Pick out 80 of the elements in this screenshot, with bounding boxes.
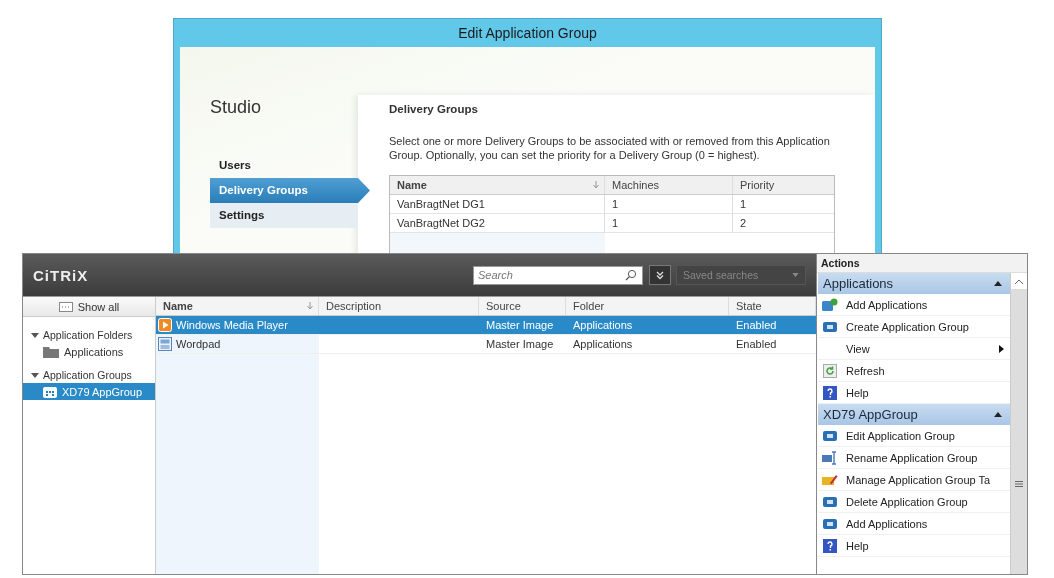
collapse-arrow-icon bbox=[994, 412, 1002, 417]
application-plus-icon bbox=[822, 297, 838, 312]
submenu-arrow-icon bbox=[999, 344, 1004, 353]
table-row[interactable]: Wordpad Master Image Applications Enabled bbox=[156, 335, 816, 354]
column-header[interactable]: Folder bbox=[566, 297, 729, 315]
action-item[interactable]: View bbox=[818, 338, 1010, 360]
nav-item[interactable]: Users bbox=[210, 153, 358, 178]
grid-icon bbox=[58, 301, 73, 312]
nav-item[interactable]: Settings bbox=[210, 203, 358, 228]
dropdown-arrow-icon bbox=[792, 273, 799, 277]
play-icon bbox=[158, 318, 172, 332]
column-header[interactable]: Description bbox=[319, 297, 479, 315]
tree-item[interactable]: Applications bbox=[23, 343, 155, 360]
rename-icon bbox=[822, 450, 838, 465]
table-cell-text: 2 bbox=[739, 216, 748, 231]
action-item[interactable]: Manage Application Group Ta bbox=[818, 469, 1010, 491]
show-all-button[interactable]: Show all bbox=[23, 297, 155, 317]
help-icon bbox=[823, 538, 837, 553]
action-item[interactable]: Delete Application Group bbox=[818, 491, 1010, 513]
section-header[interactable]: XD79 AppGroup bbox=[818, 404, 1010, 425]
tree-node[interactable]: Application Groups bbox=[23, 367, 155, 383]
table-cell-text: Enabled bbox=[735, 318, 778, 333]
table-cell-text: 1 bbox=[739, 197, 748, 212]
action-item[interactable]: Rename Application Group bbox=[818, 447, 1010, 469]
table-cell: VanBragtNet DG1 bbox=[390, 195, 605, 213]
nav-item[interactable]: Delivery Groups bbox=[210, 178, 370, 203]
table-cell-text: Applications bbox=[572, 318, 634, 333]
folder-icon bbox=[43, 345, 59, 358]
sort-arrow-icon bbox=[306, 302, 314, 310]
table-cell: 1 bbox=[605, 214, 733, 232]
column-header[interactable]: Priority bbox=[733, 176, 834, 194]
table-cell-text: Master Image bbox=[485, 337, 555, 352]
action-item[interactable]: Help bbox=[818, 535, 1010, 557]
search-input[interactable]: Search bbox=[474, 269, 625, 281]
double-chevron-icon bbox=[655, 270, 665, 280]
window-icon bbox=[823, 429, 837, 442]
column-header[interactable]: State bbox=[729, 297, 816, 315]
action-item[interactable]: Add Applications bbox=[818, 294, 1010, 316]
app-group-icon bbox=[43, 385, 57, 398]
expand-arrow-icon bbox=[31, 331, 39, 339]
column-header[interactable]: Name bbox=[390, 176, 605, 194]
help-icon bbox=[823, 385, 837, 400]
pane-title: Actions bbox=[817, 254, 1027, 273]
table-cell: VanBragtNet DG2 bbox=[390, 214, 605, 232]
table-cell-text: Applications bbox=[572, 337, 634, 352]
action-item[interactable]: Add Applications bbox=[818, 513, 1010, 535]
table-cell: Windows Media Player bbox=[176, 319, 288, 331]
column-header[interactable]: Name bbox=[156, 297, 319, 315]
window-icon bbox=[823, 320, 837, 333]
table-cell-text: Master Image bbox=[485, 318, 555, 333]
action-item[interactable]: Refresh bbox=[818, 360, 1010, 382]
collapse-arrow-icon bbox=[994, 281, 1002, 286]
window-icon bbox=[823, 517, 837, 530]
table-cell: Wordpad bbox=[176, 338, 221, 350]
section-heading: Delivery Groups bbox=[389, 103, 479, 115]
action-item[interactable]: Edit Application Group bbox=[818, 425, 1010, 447]
grip-icon bbox=[1015, 481, 1023, 487]
table-cell-text: Enabled bbox=[735, 337, 778, 352]
tree-node[interactable]: Application Folders bbox=[23, 327, 155, 343]
sort-arrow-icon bbox=[592, 181, 600, 189]
window-title: Edit Application Group bbox=[457, 24, 598, 43]
description-text: Select one or more Delivery Groups to be associated with or removed from this Application Group. Optionally, you can set the priority for a Delivery Group (0 = highest). bbox=[389, 134, 831, 162]
search-icon bbox=[625, 269, 637, 281]
studio-brand: Studio bbox=[209, 97, 263, 119]
column-header[interactable]: Machines bbox=[605, 176, 733, 194]
refresh-icon bbox=[823, 363, 837, 378]
scrollbar[interactable] bbox=[1010, 273, 1027, 574]
expand-button[interactable] bbox=[649, 265, 671, 285]
window-icon bbox=[823, 495, 837, 508]
section-header[interactable]: Applications bbox=[818, 273, 1010, 294]
table-row[interactable]: Windows Media Player Master Image Applications Enabled bbox=[156, 316, 816, 335]
column-header[interactable]: Source bbox=[479, 297, 566, 315]
tag-icon bbox=[822, 472, 838, 487]
table-cell: 1 bbox=[605, 195, 733, 213]
scroll-up-button[interactable] bbox=[1011, 273, 1027, 289]
citrix-logo: CiTRiX bbox=[33, 266, 90, 284]
expand-arrow-icon bbox=[31, 371, 39, 379]
action-item[interactable]: Create Application Group bbox=[818, 316, 1010, 338]
tree-item[interactable]: XD79 AppGroup bbox=[23, 383, 155, 400]
search-field[interactable]: Search bbox=[473, 265, 643, 285]
